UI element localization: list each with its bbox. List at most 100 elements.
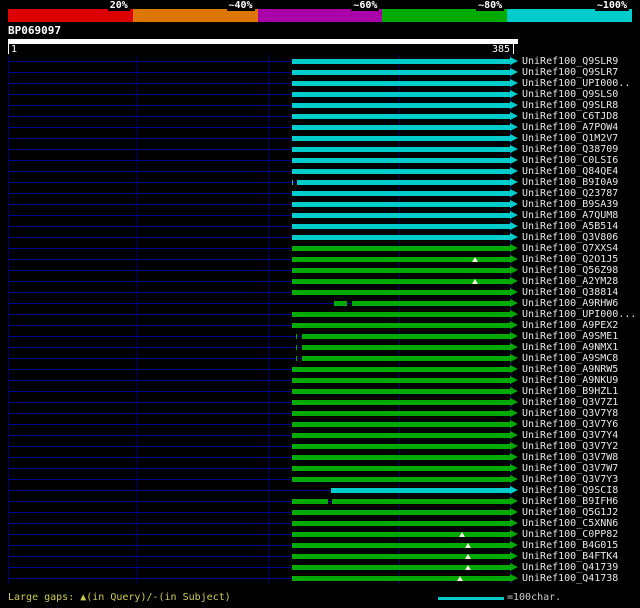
hit-label[interactable]: UniRef100_Q3V7Y3 bbox=[522, 474, 618, 485]
hit-bar-segment[interactable] bbox=[291, 125, 510, 130]
hit-bar-segment[interactable] bbox=[291, 147, 510, 152]
hit-label[interactable]: UniRef100_Q7XXS4 bbox=[522, 243, 618, 254]
hit-bar-segment[interactable] bbox=[291, 444, 510, 449]
hit-bar-segment[interactable] bbox=[330, 488, 510, 493]
hit-bar-segment[interactable] bbox=[333, 301, 347, 306]
hit-bar-segment[interactable] bbox=[295, 334, 297, 339]
hit-label[interactable]: UniRef100_A9NKU9 bbox=[522, 375, 618, 386]
hit-label[interactable]: UniRef100_Q3V7Y8 bbox=[522, 408, 618, 419]
hit-label[interactable]: UniRef100_Q3V7W7 bbox=[522, 463, 618, 474]
hit-bar-segment[interactable] bbox=[291, 224, 510, 229]
hit-label[interactable]: UniRef100_Q9SLR7 bbox=[522, 67, 618, 78]
hit-label[interactable]: UniRef100_A7QUM8 bbox=[522, 210, 618, 221]
hit-bar-segment[interactable] bbox=[291, 290, 510, 295]
hit-label[interactable]: UniRef100_Q3V806 bbox=[522, 232, 618, 243]
hit-label[interactable]: UniRef100_A2YM28 bbox=[522, 276, 618, 287]
hit-bar-segment[interactable] bbox=[291, 81, 510, 86]
hit-label[interactable]: UniRef100_Q3V7Y4 bbox=[522, 430, 618, 441]
hit-label[interactable]: UniRef100_Q38709 bbox=[522, 144, 618, 155]
hit-bar-segment[interactable] bbox=[291, 268, 510, 273]
hit-label[interactable]: UniRef100_B9HZL1 bbox=[522, 386, 618, 397]
hit-label[interactable]: UniRef100_UPI000... bbox=[522, 309, 636, 320]
hit-bar-segment[interactable] bbox=[332, 499, 510, 504]
hit-bar-segment[interactable] bbox=[291, 235, 510, 240]
hit-bar-segment[interactable] bbox=[291, 191, 510, 196]
hit-label[interactable]: UniRef100_Q56Z98 bbox=[522, 265, 618, 276]
hit-label[interactable]: UniRef100_Q23787 bbox=[522, 188, 618, 199]
hit-bar-segment[interactable] bbox=[291, 103, 510, 108]
hit-bar-segment[interactable] bbox=[291, 378, 510, 383]
hit-label[interactable]: UniRef100_A9NRW5 bbox=[522, 364, 618, 375]
hit-bar-segment[interactable] bbox=[291, 543, 510, 548]
hit-bar-segment[interactable] bbox=[291, 510, 510, 515]
hit-label[interactable]: UniRef100_A9NMX1 bbox=[522, 342, 618, 353]
hit-label[interactable]: UniRef100_A9RHW6 bbox=[522, 298, 618, 309]
hit-bar-segment[interactable] bbox=[291, 114, 510, 119]
hit-label[interactable]: UniRef100_Q3V7Y2 bbox=[522, 441, 618, 452]
hit-label[interactable]: UniRef100_C6TJD8 bbox=[522, 111, 618, 122]
hit-bar-segment[interactable] bbox=[291, 466, 510, 471]
hit-label[interactable]: UniRef100_Q41738 bbox=[522, 573, 618, 584]
hit-bar-segment[interactable] bbox=[295, 356, 297, 361]
hit-label[interactable]: UniRef100_B4G015 bbox=[522, 540, 618, 551]
hit-label[interactable]: UniRef100_C0PP82 bbox=[522, 529, 618, 540]
hit-label[interactable]: UniRef100_Q3V7Y6 bbox=[522, 419, 618, 430]
hit-bar-segment[interactable] bbox=[296, 180, 510, 185]
hit-bar-segment[interactable] bbox=[291, 389, 510, 394]
hit-bar-segment[interactable] bbox=[291, 158, 510, 163]
hit-label[interactable]: UniRef100_UPI000.. bbox=[522, 78, 630, 89]
hit-bar-segment[interactable] bbox=[291, 411, 510, 416]
hit-bar-segment[interactable] bbox=[291, 554, 510, 559]
hit-bar-segment[interactable] bbox=[302, 334, 510, 339]
hit-label[interactable]: UniRef100_Q9SLR8 bbox=[522, 100, 618, 111]
hit-label[interactable]: UniRef100_B4FTK4 bbox=[522, 551, 618, 562]
hit-bar-segment[interactable] bbox=[351, 301, 510, 306]
hit-bar-segment[interactable] bbox=[291, 180, 293, 185]
hit-bar-segment[interactable] bbox=[291, 323, 510, 328]
hit-bar-segment[interactable] bbox=[291, 565, 510, 570]
hit-bar-segment[interactable] bbox=[291, 312, 510, 317]
hit-label[interactable]: UniRef100_Q41739 bbox=[522, 562, 618, 573]
hit-label[interactable]: UniRef100_Q84QE4 bbox=[522, 166, 618, 177]
hit-bar-segment[interactable] bbox=[291, 59, 510, 64]
hit-label[interactable]: UniRef100_C0LSI6 bbox=[522, 155, 618, 166]
hit-label[interactable]: UniRef100_C5XNN6 bbox=[522, 518, 618, 529]
hit-bar-segment[interactable] bbox=[291, 367, 510, 372]
hit-bar-segment[interactable] bbox=[291, 576, 510, 581]
hit-bar-segment[interactable] bbox=[291, 422, 510, 427]
hit-label[interactable]: UniRef100_A9PEX2 bbox=[522, 320, 618, 331]
hit-label[interactable]: UniRef100_Q2O1J5 bbox=[522, 254, 618, 265]
hit-bar-segment[interactable] bbox=[291, 92, 510, 97]
hit-bar-segment[interactable] bbox=[291, 521, 510, 526]
hit-bar-segment[interactable] bbox=[291, 532, 510, 537]
hit-label[interactable]: UniRef100_Q38814 bbox=[522, 287, 618, 298]
hit-label[interactable]: UniRef100_A9SME1 bbox=[522, 331, 618, 342]
hit-label[interactable]: UniRef100_B9IFH6 bbox=[522, 496, 618, 507]
hit-label[interactable]: UniRef100_Q9SLS0 bbox=[522, 89, 618, 100]
hit-label[interactable]: UniRef100_Q1M2V7 bbox=[522, 133, 618, 144]
hit-bar-segment[interactable] bbox=[302, 356, 510, 361]
hit-bar-segment[interactable] bbox=[302, 345, 510, 350]
hit-bar-segment[interactable] bbox=[291, 70, 510, 75]
hit-bar-segment[interactable] bbox=[291, 477, 510, 482]
hit-bar-segment[interactable] bbox=[291, 202, 510, 207]
hit-bar-segment[interactable] bbox=[291, 499, 329, 504]
hit-label[interactable]: UniRef100_A7POW4 bbox=[522, 122, 618, 133]
hit-label[interactable]: UniRef100_Q5G1J2 bbox=[522, 507, 618, 518]
hit-label[interactable]: UniRef100_Q3V7W8 bbox=[522, 452, 618, 463]
hit-bar-segment[interactable] bbox=[291, 213, 510, 218]
hit-label[interactable]: UniRef100_A9SMC8 bbox=[522, 353, 618, 364]
hit-label[interactable]: UniRef100_Q9SLR9 bbox=[522, 56, 618, 67]
hit-bar-segment[interactable] bbox=[291, 169, 510, 174]
hit-bar-segment[interactable] bbox=[291, 136, 510, 141]
hit-bar-segment[interactable] bbox=[291, 246, 510, 251]
hit-label[interactable]: UniRef100_B9I0A9 bbox=[522, 177, 618, 188]
hit-bar-segment[interactable] bbox=[295, 345, 297, 350]
hit-bar-segment[interactable] bbox=[291, 400, 510, 405]
hit-bar-segment[interactable] bbox=[291, 455, 510, 460]
hit-label[interactable]: UniRef100_Q9SCI8 bbox=[522, 485, 618, 496]
hit-bar-segment[interactable] bbox=[291, 433, 510, 438]
hit-label[interactable]: UniRef100_Q3V7Z1 bbox=[522, 397, 618, 408]
hit-label[interactable]: UniRef100_A5B514 bbox=[522, 221, 618, 232]
hit-label[interactable]: UniRef100_B9SA39 bbox=[522, 199, 618, 210]
